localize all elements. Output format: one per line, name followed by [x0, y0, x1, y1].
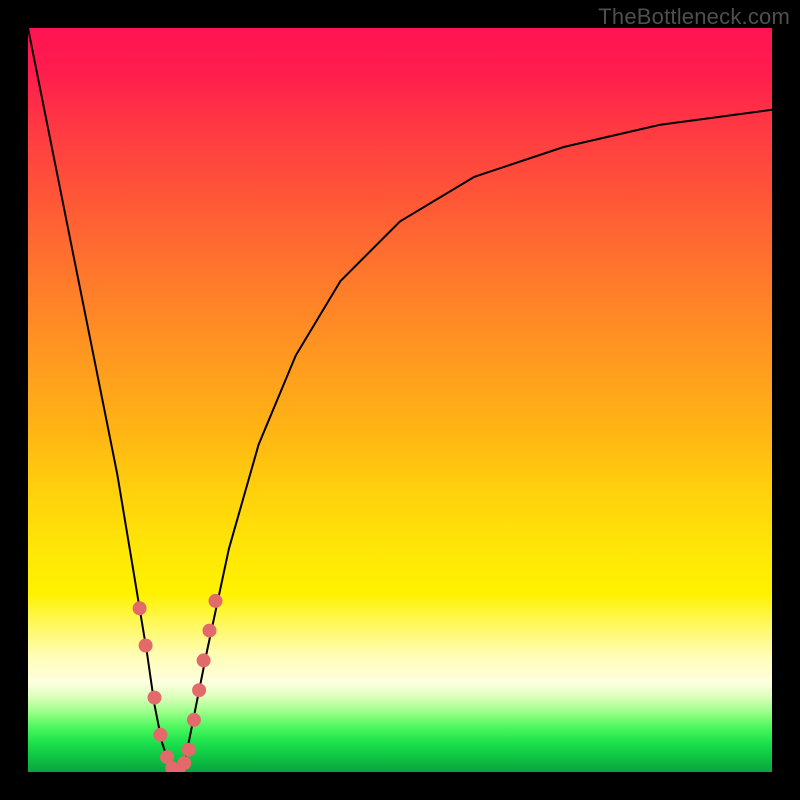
highlight-dot — [139, 639, 153, 653]
highlight-dot — [209, 594, 223, 608]
chart-svg — [28, 28, 772, 772]
highlight-dot — [148, 691, 162, 705]
highlight-dots-group — [133, 594, 223, 772]
highlight-dot — [177, 756, 191, 770]
plot-area — [28, 28, 772, 772]
highlight-dot — [192, 683, 206, 697]
highlight-dot — [182, 743, 196, 757]
watermark-text: TheBottleneck.com — [598, 4, 790, 30]
highlight-dot — [203, 624, 217, 638]
bottleneck-curve — [28, 28, 772, 772]
highlight-dot — [197, 653, 211, 667]
highlight-dot — [153, 728, 167, 742]
chart-frame: TheBottleneck.com — [0, 0, 800, 800]
highlight-dot — [187, 713, 201, 727]
highlight-dot — [133, 601, 147, 615]
